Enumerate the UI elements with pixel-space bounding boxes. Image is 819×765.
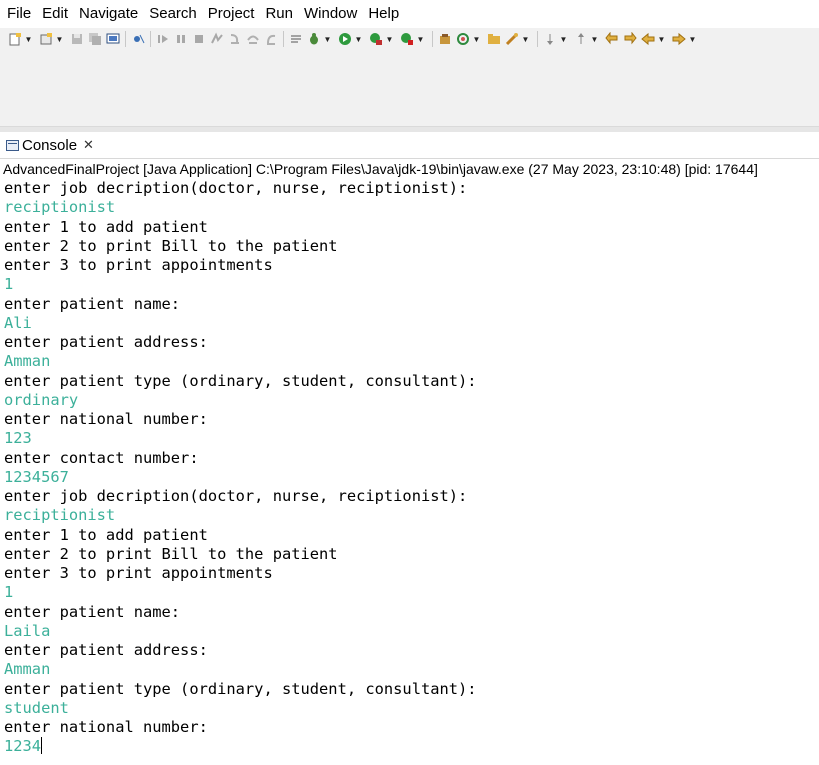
chevron-down-icon[interactable]: ▼ <box>24 32 33 46</box>
console-input-line: Ali <box>4 313 32 332</box>
open-type-icon[interactable] <box>456 32 470 46</box>
disconnect-icon[interactable] <box>210 32 224 46</box>
save-icon[interactable] <box>70 32 84 46</box>
new-java-class-icon[interactable] <box>438 32 452 46</box>
menu-bar: File Edit Navigate Search Project Run Wi… <box>0 0 819 28</box>
console-input-line: reciptionist <box>4 198 116 217</box>
run-icon[interactable] <box>338 32 352 46</box>
forward-icon[interactable] <box>623 32 637 46</box>
console-output[interactable]: enter job decription(doctor, nurse, reci… <box>4 179 819 757</box>
use-step-filters-icon[interactable] <box>289 32 303 46</box>
debug-icon[interactable] <box>307 32 321 46</box>
build-icon[interactable] <box>106 32 120 46</box>
console-output-line: enter 2 to print Bill to the patient <box>4 236 338 255</box>
menu-navigate[interactable]: Navigate <box>75 0 142 28</box>
toolbar-separator <box>537 31 538 47</box>
step-over-icon[interactable] <box>246 32 260 46</box>
menu-run[interactable]: Run <box>261 0 297 28</box>
toolbar-separator <box>150 31 151 47</box>
tab-console-label: Console <box>22 136 78 154</box>
menu-project[interactable]: Project <box>204 0 259 28</box>
console-input-line: Amman <box>4 660 51 679</box>
chevron-down-icon[interactable]: ▼ <box>55 32 64 46</box>
console-icon <box>6 139 19 151</box>
tab-console[interactable]: Console ✕ <box>0 132 100 158</box>
main-toolbar: ▼ ▼ ▼ ▼ ▼ ▼ ▼ ▼ ▼ ▼ ▼ ▼ <box>0 28 819 50</box>
console-tab-bar: Console ✕ <box>0 132 819 159</box>
next-annotation-icon[interactable] <box>505 32 519 46</box>
terminate-icon[interactable] <box>192 32 206 46</box>
console-output-line: enter patient type (ordinary, student, c… <box>4 371 477 390</box>
console-process-label: AdvancedFinalProject [Java Application] … <box>3 161 758 177</box>
console-input-line: Laila <box>4 621 51 640</box>
toolbar-area <box>0 50 819 127</box>
chevron-down-icon[interactable]: ▼ <box>521 32 530 46</box>
search-icon[interactable] <box>487 32 501 46</box>
menu-window[interactable]: Window <box>300 0 361 28</box>
toolbar-separator <box>432 31 433 47</box>
console-output-line: enter contact number: <box>4 448 199 467</box>
menu-file[interactable]: File <box>3 0 35 28</box>
chevron-down-icon[interactable]: ▼ <box>657 32 666 46</box>
console-input-line: 1 <box>4 275 14 294</box>
coverage-icon[interactable] <box>369 32 383 46</box>
console-output-line: enter national number: <box>4 410 208 428</box>
new-icon[interactable] <box>8 32 22 46</box>
console-output-line: enter job decription(doctor, nurse, reci… <box>4 487 468 505</box>
console-input-line: reciptionist <box>4 506 116 525</box>
console-output-line: enter patient address: <box>4 333 208 351</box>
console-output-line: enter 2 to print Bill to the patient <box>4 544 338 563</box>
arrow-right-icon[interactable] <box>672 32 686 46</box>
step-into-icon[interactable] <box>228 32 242 46</box>
console-output-line: enter patient name: <box>4 602 181 621</box>
arrow-left-icon[interactable] <box>641 32 655 46</box>
console-output-line: enter patient name: <box>4 294 181 313</box>
console-output-line: enter job decription(doctor, nurse, reci… <box>4 179 468 197</box>
close-icon[interactable]: ✕ <box>83 137 94 153</box>
external-tools-icon[interactable] <box>400 32 414 46</box>
console-output-line: enter patient type (ordinary, student, c… <box>4 679 477 698</box>
console-output-line: enter 1 to add patient <box>4 525 208 544</box>
step-return-icon[interactable] <box>264 32 278 46</box>
text-caret <box>41 737 43 755</box>
toolbar-separator <box>125 31 126 47</box>
console-input-line: 1 <box>4 583 14 602</box>
chevron-down-icon[interactable]: ▼ <box>688 32 697 46</box>
console-output-line: enter patient address: <box>4 641 208 659</box>
menu-search[interactable]: Search <box>145 0 201 28</box>
console-input-line: 123 <box>4 429 32 448</box>
menu-help[interactable]: Help <box>364 0 403 28</box>
console-output-line: enter 3 to print appointments <box>4 256 273 274</box>
console-input-line: 1234567 <box>4 467 69 486</box>
new-java-package-icon[interactable] <box>39 32 53 46</box>
chevron-down-icon[interactable]: ▼ <box>354 32 363 46</box>
chevron-down-icon[interactable]: ▼ <box>590 32 599 46</box>
console-output-line: enter national number: <box>4 718 208 736</box>
skip-breakpoints-icon[interactable] <box>131 32 145 46</box>
chevron-down-icon[interactable]: ▼ <box>472 32 481 46</box>
console-input-line: ordinary <box>4 390 79 409</box>
console-input-line: Amman <box>4 352 51 371</box>
resume-icon[interactable] <box>156 32 170 46</box>
chevron-down-icon[interactable]: ▼ <box>385 32 394 46</box>
console-output-line: enter 1 to add patient <box>4 217 208 236</box>
back-icon[interactable] <box>605 32 619 46</box>
console-input-line: 1234 <box>4 737 43 756</box>
chevron-down-icon[interactable]: ▼ <box>559 32 568 46</box>
chevron-down-icon[interactable]: ▼ <box>416 32 425 46</box>
last-edit-location-icon[interactable] <box>574 32 588 46</box>
console-output-line: enter 3 to print appointments <box>4 564 273 582</box>
console-input-line: student <box>4 698 69 717</box>
chevron-down-icon[interactable]: ▼ <box>323 32 332 46</box>
suspend-icon[interactable] <box>174 32 188 46</box>
menu-edit[interactable]: Edit <box>38 0 72 28</box>
previous-annotation-icon[interactable] <box>543 32 557 46</box>
toolbar-separator <box>283 31 284 47</box>
save-all-icon[interactable] <box>88 32 102 46</box>
